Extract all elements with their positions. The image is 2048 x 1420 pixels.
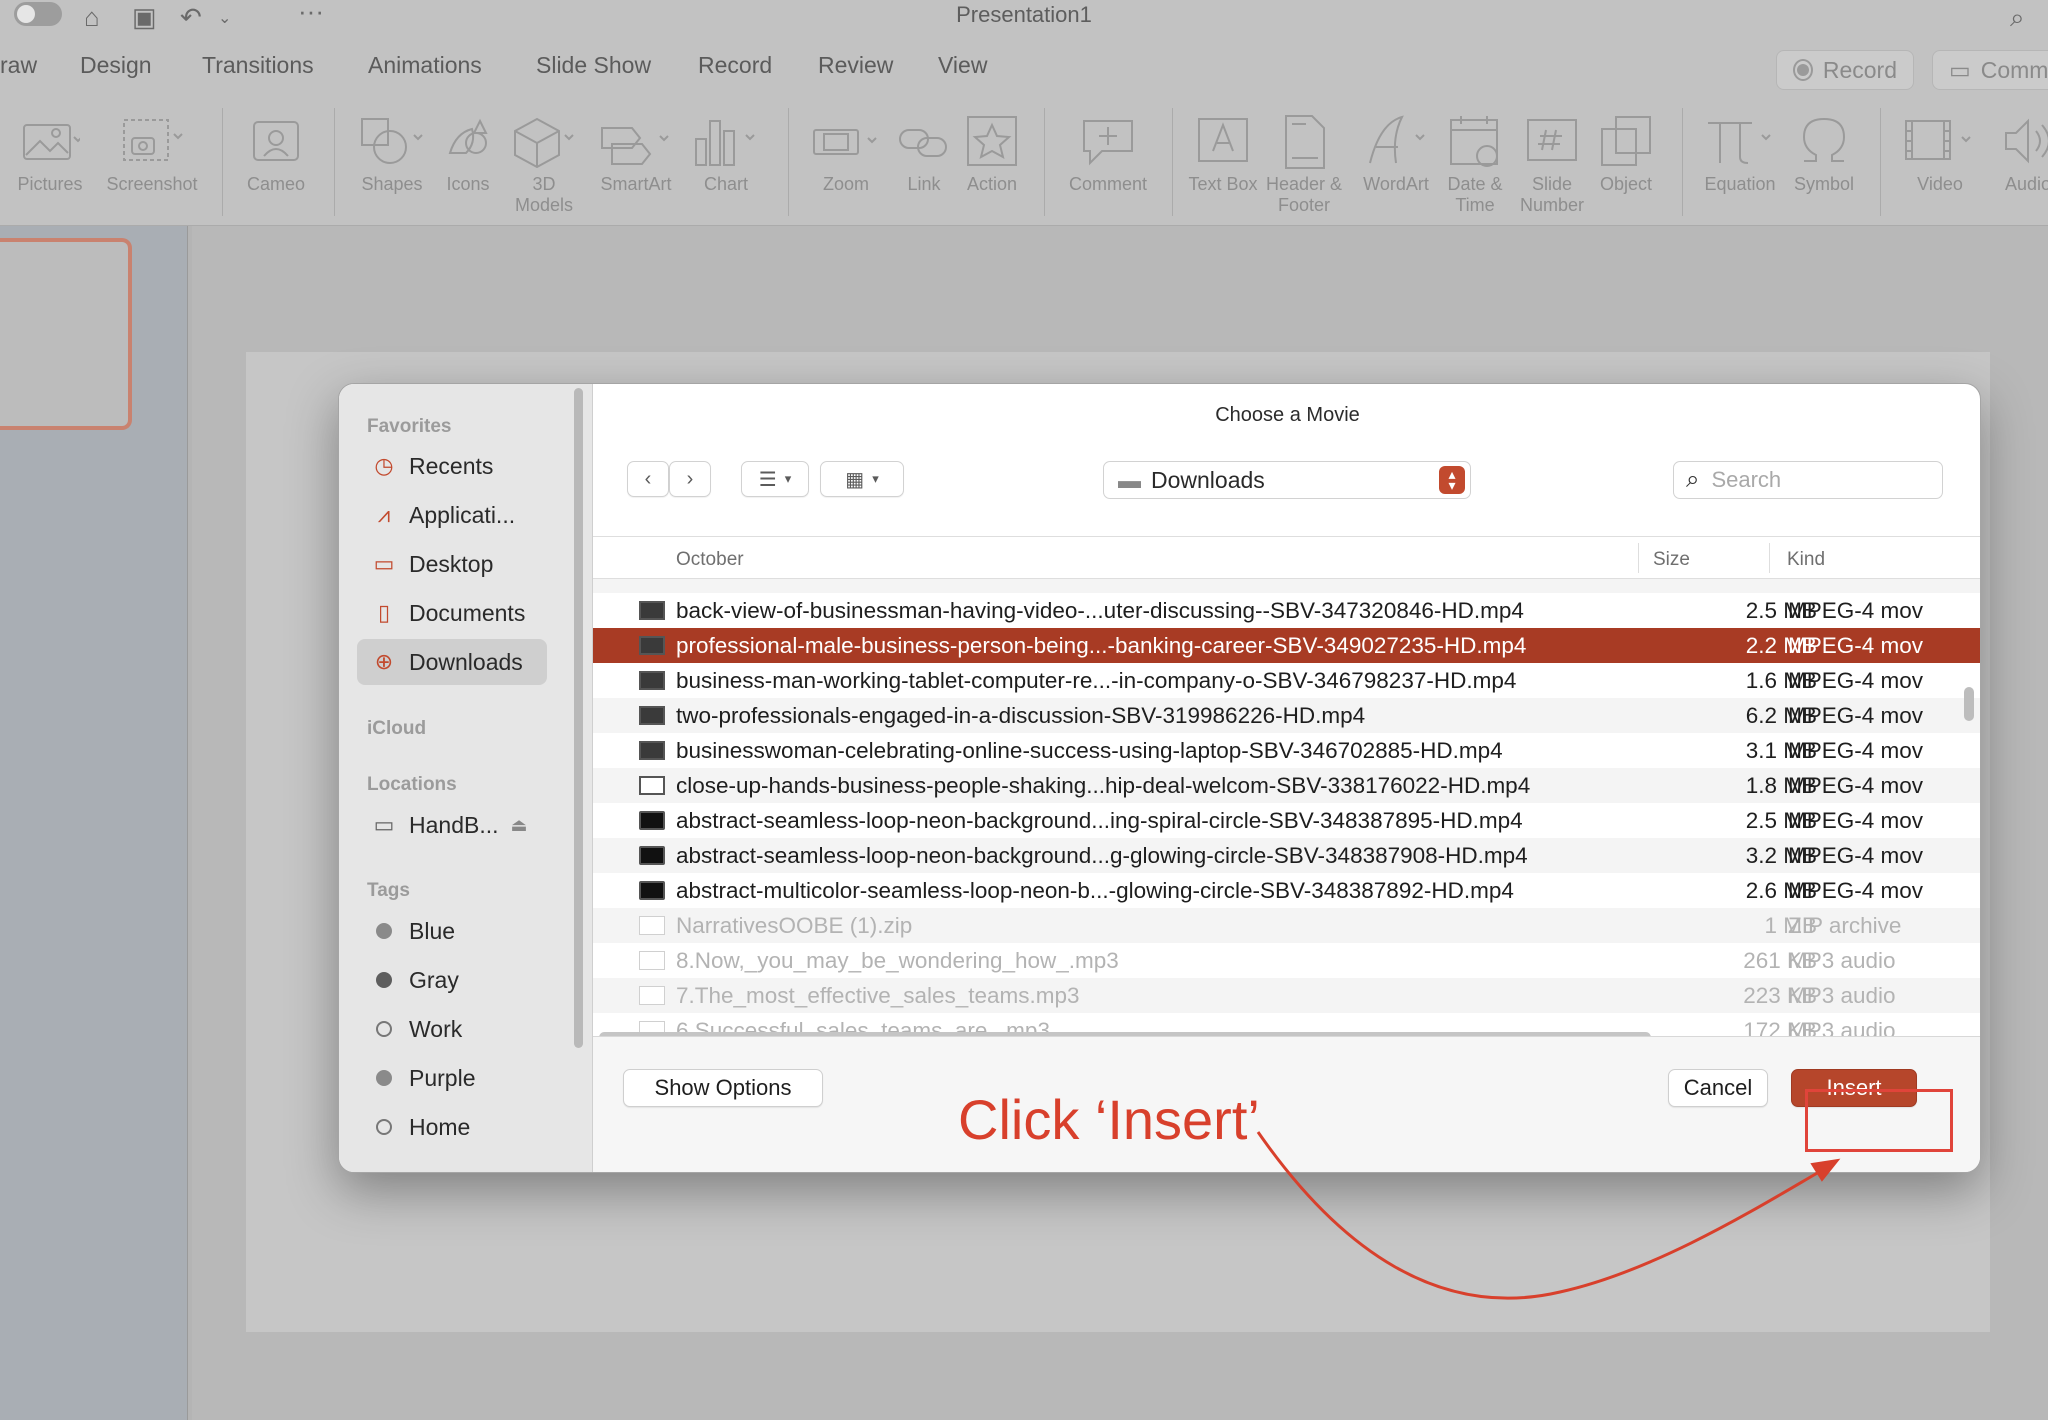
- annotation-arrow: [1256, 1131, 1841, 1300]
